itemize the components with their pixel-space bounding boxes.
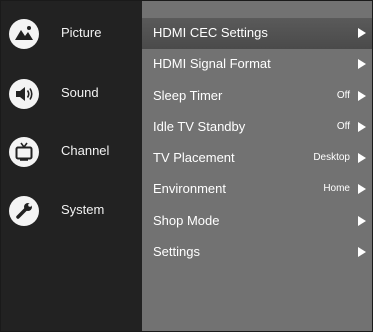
menu-item-environment[interactable]: Environment Home	[142, 174, 372, 205]
menu-item-value: Desktop	[313, 152, 350, 163]
tv-icon	[9, 137, 39, 167]
sidebar-item-channel[interactable]: Channel	[1, 131, 142, 183]
menu-item-idle-tv-standby[interactable]: Idle TV Standby Off	[142, 112, 372, 143]
sidebar-item-picture[interactable]: Picture	[1, 13, 142, 65]
menu-item-value: Home	[323, 183, 350, 194]
sidebar-item-label: Picture	[61, 25, 102, 40]
menu-item-label: Idle TV Standby	[153, 119, 246, 134]
tv-settings-screen: Picture Sound Channel System HDMI CEC Se…	[0, 0, 373, 332]
sidebar-item-label: Sound	[61, 85, 99, 100]
settings-menu: HDMI CEC Settings HDMI Signal Format Sle…	[142, 1, 372, 331]
sidebar-item-sound[interactable]: Sound	[1, 73, 142, 125]
wrench-icon	[9, 196, 39, 226]
sidebar-item-label: System	[61, 202, 105, 217]
sidebar-item-label: Channel	[61, 143, 110, 158]
chevron-right-icon	[358, 153, 366, 163]
category-sidebar: Picture Sound Channel System	[1, 1, 142, 331]
menu-item-label: Settings	[153, 244, 200, 259]
menu-item-label: TV Placement	[153, 150, 235, 165]
menu-item-label: Shop Mode	[153, 213, 220, 228]
sidebar-item-system[interactable]: System	[1, 190, 142, 242]
chevron-right-icon	[358, 247, 366, 257]
menu-item-label: HDMI Signal Format	[153, 56, 271, 71]
menu-item-hdmi-cec-settings[interactable]: HDMI CEC Settings	[142, 18, 372, 49]
chevron-right-icon	[358, 59, 366, 69]
chevron-right-icon	[358, 122, 366, 132]
menu-item-label: Environment	[153, 181, 226, 196]
menu-item-hdmi-signal-format[interactable]: HDMI Signal Format	[142, 49, 372, 80]
menu-item-value: Off	[336, 121, 350, 132]
menu-item-tv-placement[interactable]: TV Placement Desktop	[142, 143, 372, 174]
chevron-right-icon	[358, 184, 366, 194]
speaker-icon	[9, 79, 39, 109]
menu-item-sleep-timer[interactable]: Sleep Timer Off	[142, 81, 372, 112]
menu-item-shop-mode[interactable]: Shop Mode	[142, 206, 372, 237]
menu-item-value: Off	[336, 90, 350, 101]
chevron-right-icon	[358, 28, 366, 38]
picture-icon	[9, 19, 39, 49]
chevron-right-icon	[358, 91, 366, 101]
menu-item-settings[interactable]: Settings	[142, 237, 372, 268]
menu-item-label: HDMI CEC Settings	[153, 25, 268, 40]
chevron-right-icon	[358, 216, 366, 226]
menu-item-label: Sleep Timer	[153, 88, 223, 103]
